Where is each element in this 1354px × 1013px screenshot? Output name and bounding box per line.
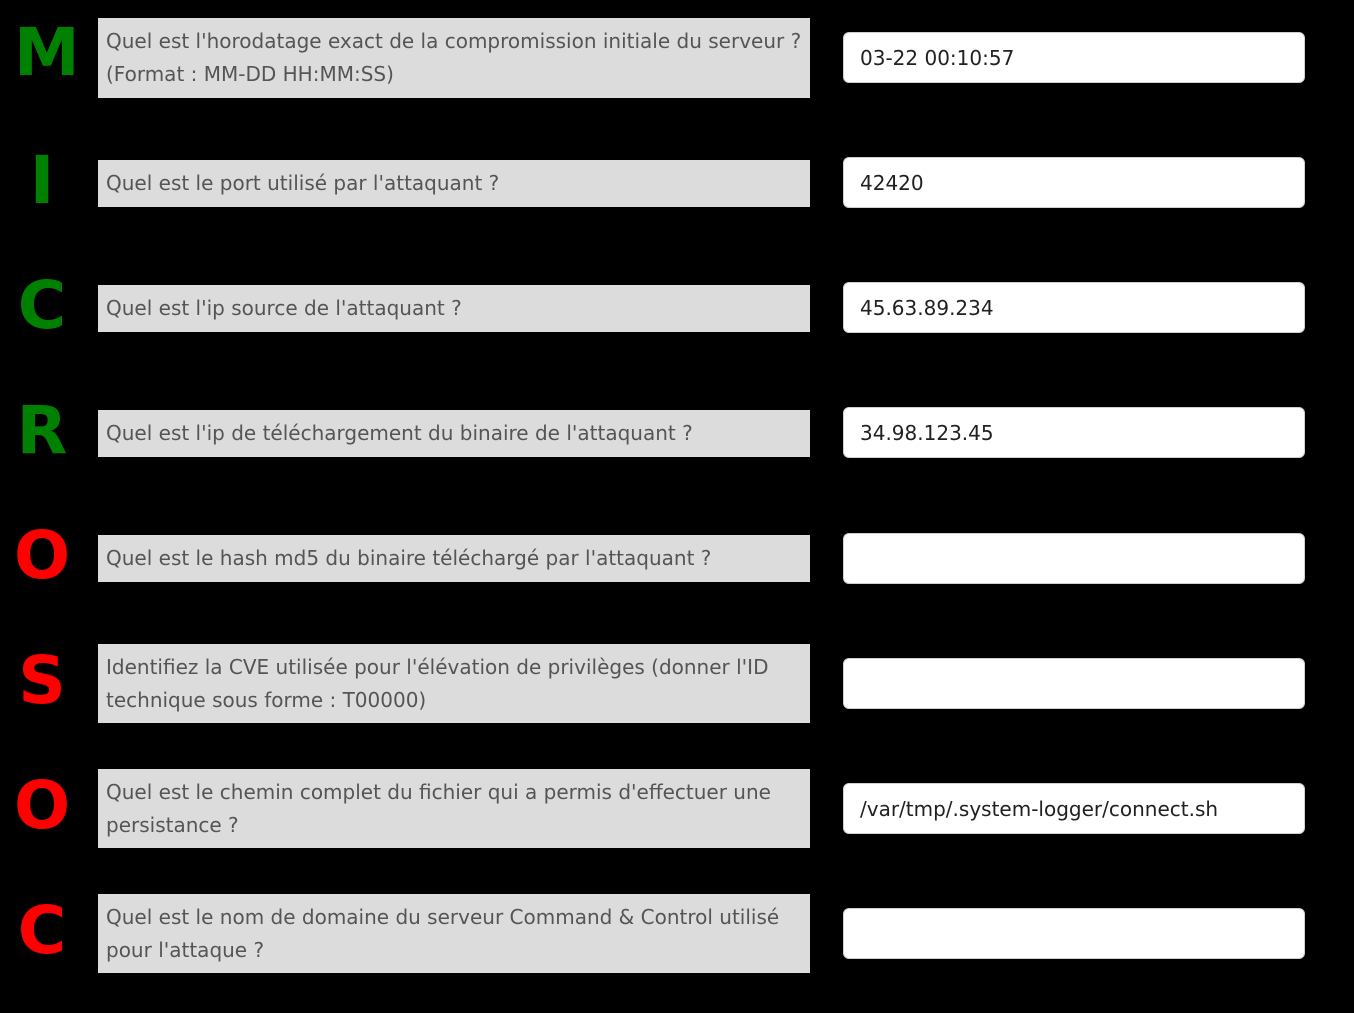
question-label: Quel est le hash md5 du binaire téléchar… <box>98 535 810 582</box>
answer-input[interactable] <box>843 533 1305 584</box>
question-row: I Quel est le port utilisé par l'attaqua… <box>0 125 1354 250</box>
question-row: C Quel est le nom de domaine du serveur … <box>0 875 1354 1000</box>
answer-input[interactable] <box>843 407 1305 458</box>
answer-input[interactable] <box>843 658 1305 709</box>
question-row: C Quel est l'ip source de l'attaquant ? <box>0 250 1354 375</box>
question-row: S Identifiez la CVE utilisée pour l'élév… <box>0 625 1354 750</box>
question-label: Identifiez la CVE utilisée pour l'élévat… <box>98 644 810 723</box>
answer-input[interactable] <box>843 282 1305 333</box>
question-label: Quel est le chemin complet du fichier qu… <box>98 769 810 848</box>
question-label: Quel est le port utilisé par l'attaquant… <box>98 160 810 207</box>
acronym-letter: R <box>16 392 68 469</box>
acronym-letter: M <box>14 14 80 91</box>
question-row: O Quel est le hash md5 du binaire téléch… <box>0 500 1354 625</box>
acronym-letter: C <box>17 892 67 969</box>
question-label: Quel est l'horodatage exact de la compro… <box>98 18 810 98</box>
question-label: Quel est le nom de domaine du serveur Co… <box>98 894 810 973</box>
quiz-form: M Quel est l'horodatage exact de la comp… <box>0 0 1354 1013</box>
question-row: R Quel est l'ip de téléchargement du bin… <box>0 375 1354 500</box>
acronym-letter: O <box>14 517 71 594</box>
answer-input[interactable] <box>843 157 1305 208</box>
question-label: Quel est l'ip source de l'attaquant ? <box>98 285 810 332</box>
answer-input[interactable] <box>843 908 1305 959</box>
answer-input[interactable] <box>843 783 1305 834</box>
acronym-letter: C <box>17 267 67 344</box>
question-row: M Quel est l'horodatage exact de la comp… <box>0 0 1354 125</box>
question-row: O Quel est le chemin complet du fichier … <box>0 750 1354 875</box>
question-label: Quel est l'ip de téléchargement du binai… <box>98 410 810 457</box>
acronym-letter: S <box>18 642 66 719</box>
answer-input[interactable] <box>843 32 1305 83</box>
acronym-letter: I <box>29 142 55 219</box>
acronym-letter: O <box>14 767 71 844</box>
